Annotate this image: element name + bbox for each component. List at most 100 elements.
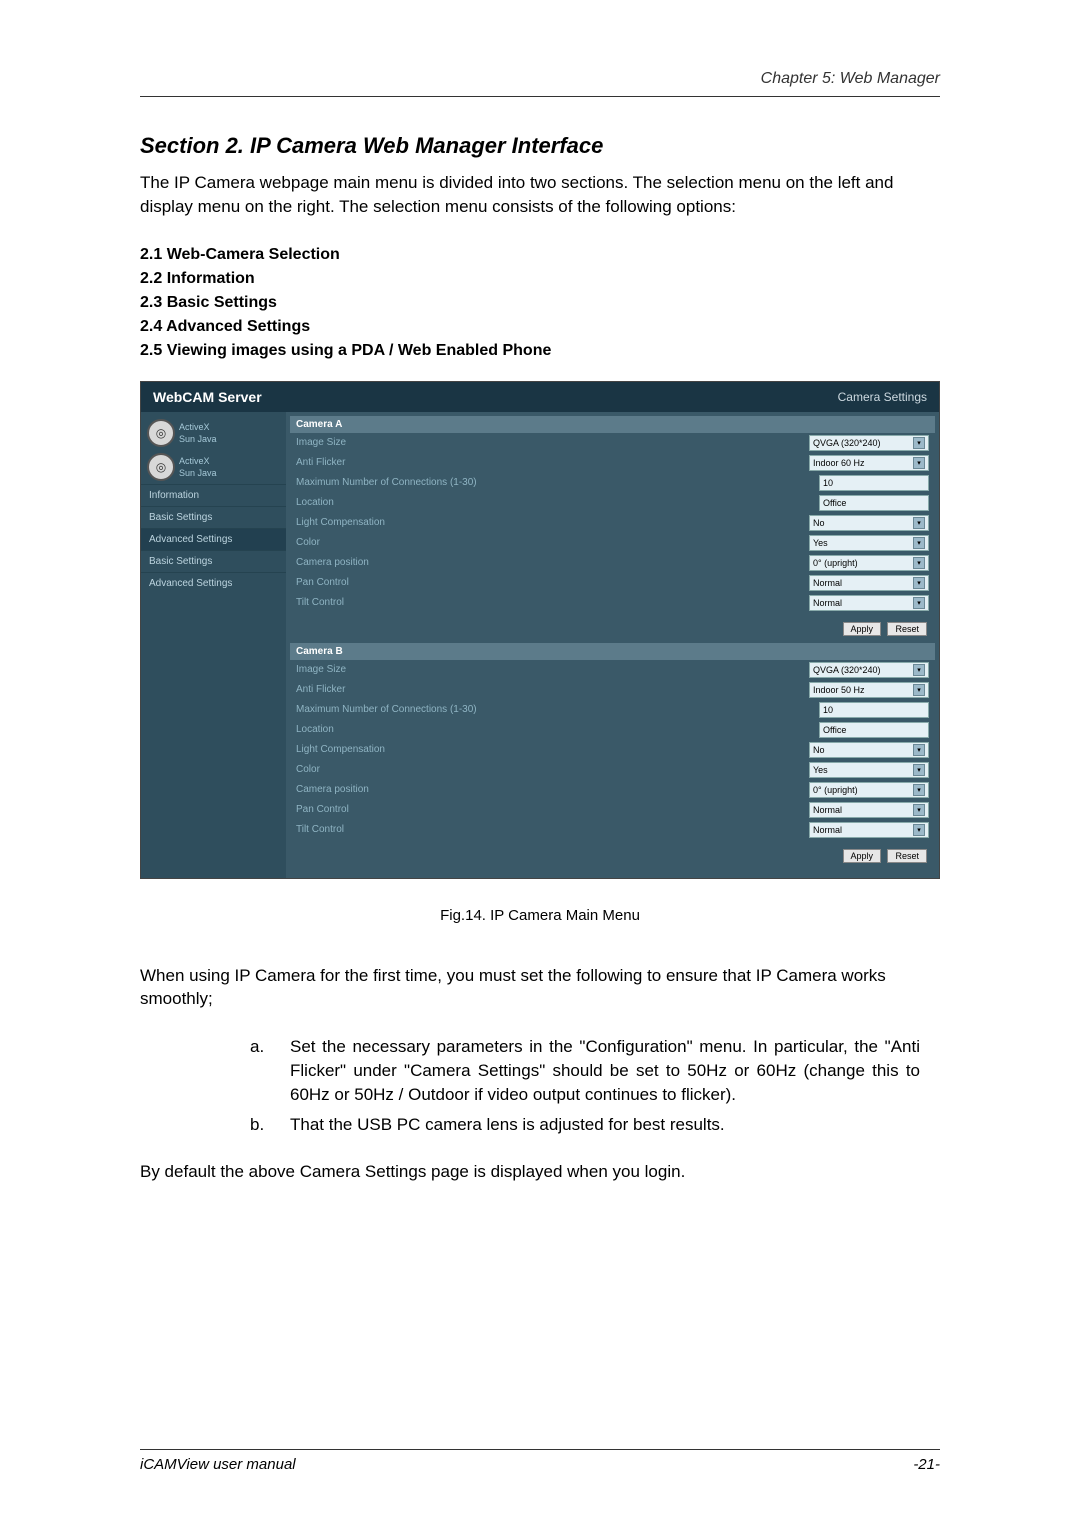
chevron-down-icon[interactable]: ▾ — [913, 457, 925, 469]
list-text: That the USB PC camera lens is adjusted … — [290, 1113, 920, 1137]
form-row: Pan ControlNormal▾ — [290, 800, 935, 820]
form-row: Light CompensationNo▾ — [290, 740, 935, 760]
footer-right: -21- — [913, 1456, 940, 1473]
form-label: Color — [296, 764, 809, 775]
text-field[interactable]: Office — [819, 495, 929, 511]
select-field[interactable]: Normal▾ — [809, 802, 929, 818]
form-label: Anti Flicker — [296, 457, 809, 468]
camera-b-header: Camera B — [290, 643, 935, 660]
form-row: Pan ControlNormal▾ — [290, 573, 935, 593]
chevron-down-icon[interactable]: ▾ — [913, 577, 925, 589]
text-field[interactable]: 10 — [819, 475, 929, 491]
camera-a-thumb[interactable]: ◎ ActiveX Sun Java — [141, 416, 286, 450]
text-field[interactable]: Office — [819, 722, 929, 738]
form-label: Pan Control — [296, 804, 809, 815]
chevron-down-icon[interactable]: ▾ — [913, 517, 925, 529]
reset-button[interactable]: Reset — [887, 622, 927, 636]
select-field[interactable]: Yes▾ — [809, 762, 929, 778]
sidebar-link[interactable]: Basic Settings — [141, 550, 286, 572]
form-label: Light Compensation — [296, 517, 809, 528]
form-row: ColorYes▾ — [290, 760, 935, 780]
select-field[interactable]: 0° (upright)▾ — [809, 555, 929, 571]
chevron-down-icon[interactable]: ▾ — [913, 557, 925, 569]
select-field[interactable]: Yes▾ — [809, 535, 929, 551]
sidebar-link[interactable]: Basic Settings — [141, 506, 286, 528]
form-label: Location — [296, 724, 819, 735]
java-link[interactable]: Sun Java — [179, 468, 217, 478]
form-row: LocationOffice — [290, 493, 935, 513]
chevron-down-icon[interactable]: ▾ — [913, 684, 925, 696]
text-field[interactable]: 10 — [819, 702, 929, 718]
chevron-down-icon[interactable]: ▾ — [913, 784, 925, 796]
chevron-down-icon[interactable]: ▾ — [913, 597, 925, 609]
subsection-item: 2.1 Web-Camera Selection — [140, 243, 940, 267]
body-text: By default the above Camera Settings pag… — [140, 1160, 940, 1184]
form-label: Location — [296, 497, 819, 508]
camera-icon: ◎ — [147, 453, 175, 481]
app-subtitle: Camera Settings — [838, 390, 927, 404]
select-field[interactable]: QVGA (320*240)▾ — [809, 662, 929, 678]
subsection-item: 2.3 Basic Settings — [140, 291, 940, 315]
footer-left: iCAMView user manual — [140, 1456, 296, 1473]
chevron-down-icon[interactable]: ▾ — [913, 437, 925, 449]
sidebar-link[interactable]: Advanced Settings — [141, 572, 286, 594]
form-label: Anti Flicker — [296, 684, 809, 695]
chevron-down-icon[interactable]: ▾ — [913, 664, 925, 676]
form-row: Maximum Number of Connections (1-30)10 — [290, 473, 935, 493]
select-field[interactable]: Normal▾ — [809, 595, 929, 611]
sidebar: ◎ ActiveX Sun Java ◎ ActiveX Sun Java In… — [141, 412, 286, 878]
select-field[interactable]: No▾ — [809, 742, 929, 758]
reset-button[interactable]: Reset — [887, 849, 927, 863]
chevron-down-icon[interactable]: ▾ — [913, 744, 925, 756]
form-label: Image Size — [296, 437, 809, 448]
lettered-list: a. Set the necessary parameters in the "… — [250, 1035, 920, 1136]
form-label: Color — [296, 537, 809, 548]
chevron-down-icon[interactable]: ▾ — [913, 764, 925, 776]
chevron-down-icon[interactable]: ▾ — [913, 537, 925, 549]
list-text: Set the necessary parameters in the "Con… — [290, 1035, 920, 1106]
select-field[interactable]: QVGA (320*240)▾ — [809, 435, 929, 451]
page-footer: iCAMView user manual -21- — [140, 1449, 940, 1473]
main-panel: Camera A Image SizeQVGA (320*240)▾Anti F… — [286, 412, 939, 878]
form-row: ColorYes▾ — [290, 533, 935, 553]
subsection-item: 2.5 Viewing images using a PDA / Web Ena… — [140, 339, 940, 363]
form-row: LocationOffice — [290, 720, 935, 740]
sidebar-link[interactable]: Advanced Settings — [141, 528, 286, 550]
apply-button[interactable]: Apply — [843, 849, 882, 863]
apply-button[interactable]: Apply — [843, 622, 882, 636]
form-label: Camera position — [296, 784, 809, 795]
select-field[interactable]: 0° (upright)▾ — [809, 782, 929, 798]
form-row: Anti FlickerIndoor 60 Hz▾ — [290, 453, 935, 473]
select-field[interactable]: Normal▾ — [809, 575, 929, 591]
form-label: Tilt Control — [296, 824, 809, 835]
activex-link[interactable]: ActiveX — [179, 456, 217, 466]
camera-icon: ◎ — [147, 419, 175, 447]
sidebar-link[interactable]: Information — [141, 484, 286, 506]
form-row: Tilt ControlNormal▾ — [290, 820, 935, 840]
screenshot-header: WebCAM Server Camera Settings — [141, 382, 939, 412]
subsection-item: 2.2 Information — [140, 267, 940, 291]
body-text: When using IP Camera for the first time,… — [140, 964, 940, 1012]
list-letter: b. — [250, 1113, 290, 1137]
form-label: Camera position — [296, 557, 809, 568]
activex-link[interactable]: ActiveX — [179, 422, 217, 432]
subsection-list: 2.1 Web-Camera Selection 2.2 Information… — [140, 243, 940, 363]
java-link[interactable]: Sun Java — [179, 434, 217, 444]
form-label: Maximum Number of Connections (1-30) — [296, 704, 819, 715]
form-row: Maximum Number of Connections (1-30)10 — [290, 700, 935, 720]
form-row: Image SizeQVGA (320*240)▾ — [290, 660, 935, 680]
section-title: Section 2. IP Camera Web Manager Interfa… — [140, 133, 940, 159]
list-item: a. Set the necessary parameters in the "… — [250, 1035, 920, 1106]
select-field[interactable]: No▾ — [809, 515, 929, 531]
select-field[interactable]: Indoor 60 Hz▾ — [809, 455, 929, 471]
form-row: Anti FlickerIndoor 50 Hz▾ — [290, 680, 935, 700]
intro-text: The IP Camera webpage main menu is divid… — [140, 171, 940, 219]
form-row: Light CompensationNo▾ — [290, 513, 935, 533]
chevron-down-icon[interactable]: ▾ — [913, 824, 925, 836]
select-field[interactable]: Indoor 50 Hz▾ — [809, 682, 929, 698]
chevron-down-icon[interactable]: ▾ — [913, 804, 925, 816]
form-row: Tilt ControlNormal▾ — [290, 593, 935, 613]
form-label: Tilt Control — [296, 597, 809, 608]
select-field[interactable]: Normal▾ — [809, 822, 929, 838]
camera-b-thumb[interactable]: ◎ ActiveX Sun Java — [141, 450, 286, 484]
